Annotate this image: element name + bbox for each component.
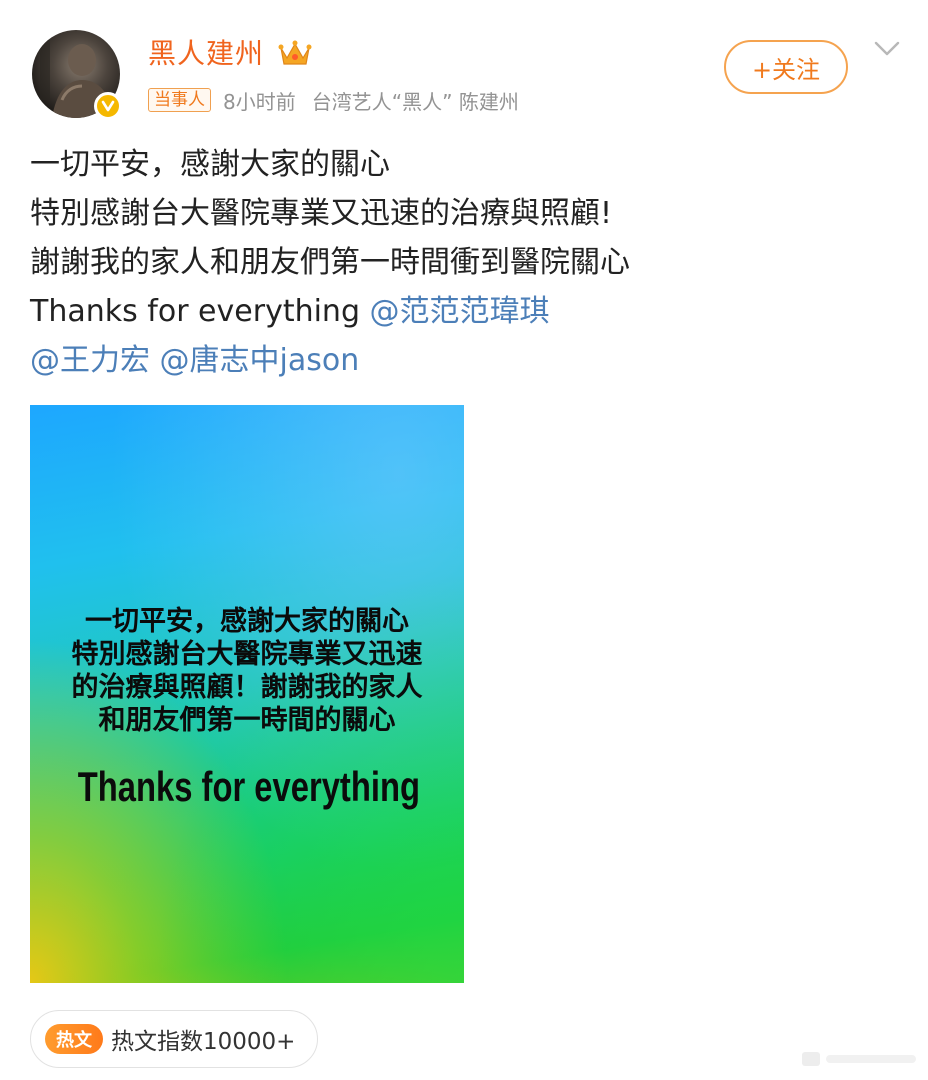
chevron-down-icon[interactable] <box>874 40 900 58</box>
verified-icon <box>94 92 122 120</box>
username[interactable]: 黑人建州 <box>148 36 264 72</box>
crown-icon <box>278 38 312 68</box>
post-line: 一切平安，感謝大家的關心 <box>30 147 390 182</box>
party-tag: 当事人 <box>148 88 211 112</box>
image-thanks-text: Thanks for everything <box>77 763 420 810</box>
hot-post-badge[interactable]: 热文 热文指数10000+ <box>30 1010 318 1068</box>
post-thanks-text: Thanks for everything <box>30 294 370 329</box>
post-text: 一切平安，感謝大家的關心 特別感謝台大醫院專業又迅速的治療與照顧! 謝謝我的家人… <box>30 140 890 385</box>
mention-link[interactable]: @唐志中jason <box>160 343 360 378</box>
post-line: Thanks for everything @范范范瑋琪 <box>30 287 890 336</box>
post-line: 特別感謝台大醫院專業又迅速的治療與照顧! <box>30 196 613 231</box>
post-time: 8小时前 <box>223 89 296 114</box>
follow-button[interactable]: +关注 <box>724 40 848 94</box>
image-caption-line: 一切平安，感謝大家的關心 <box>85 606 409 637</box>
mention-link[interactable]: @王力宏 <box>30 343 150 378</box>
post-line: @王力宏 @唐志中jason <box>30 336 890 385</box>
watermark <box>800 1046 920 1072</box>
meta-row: 当事人 8小时前 台湾艺人“黑人” 陈建州 <box>148 86 519 114</box>
image-caption-line: 和朋友們第一時間的關心 <box>98 705 396 736</box>
post-line: 謝謝我的家人和朋友們第一時間衝到醫院關心 <box>30 245 630 280</box>
mention-link[interactable]: @范范范瑋琪 <box>370 294 550 329</box>
image-caption-line: 的治療與照顧！謝謝我的家人 <box>71 672 423 703</box>
image-caption: 一切平安，感謝大家的關心 特別感謝台大醫院專業又迅速 的治療與照顧！謝謝我的家人… <box>30 605 464 737</box>
user-description: 台湾艺人“黑人” 陈建州 <box>311 89 519 114</box>
post-image[interactable]: 一切平安，感謝大家的關心 特別感謝台大醫院專業又迅速 的治療與照顧！謝謝我的家人… <box>30 405 464 983</box>
avatar[interactable] <box>32 30 122 120</box>
image-caption-line: 特別感謝台大醫院專業又迅速 <box>71 639 423 670</box>
hot-tag: 热文 <box>45 1024 103 1054</box>
hot-index-text: 热文指数10000+ <box>111 1029 296 1055</box>
